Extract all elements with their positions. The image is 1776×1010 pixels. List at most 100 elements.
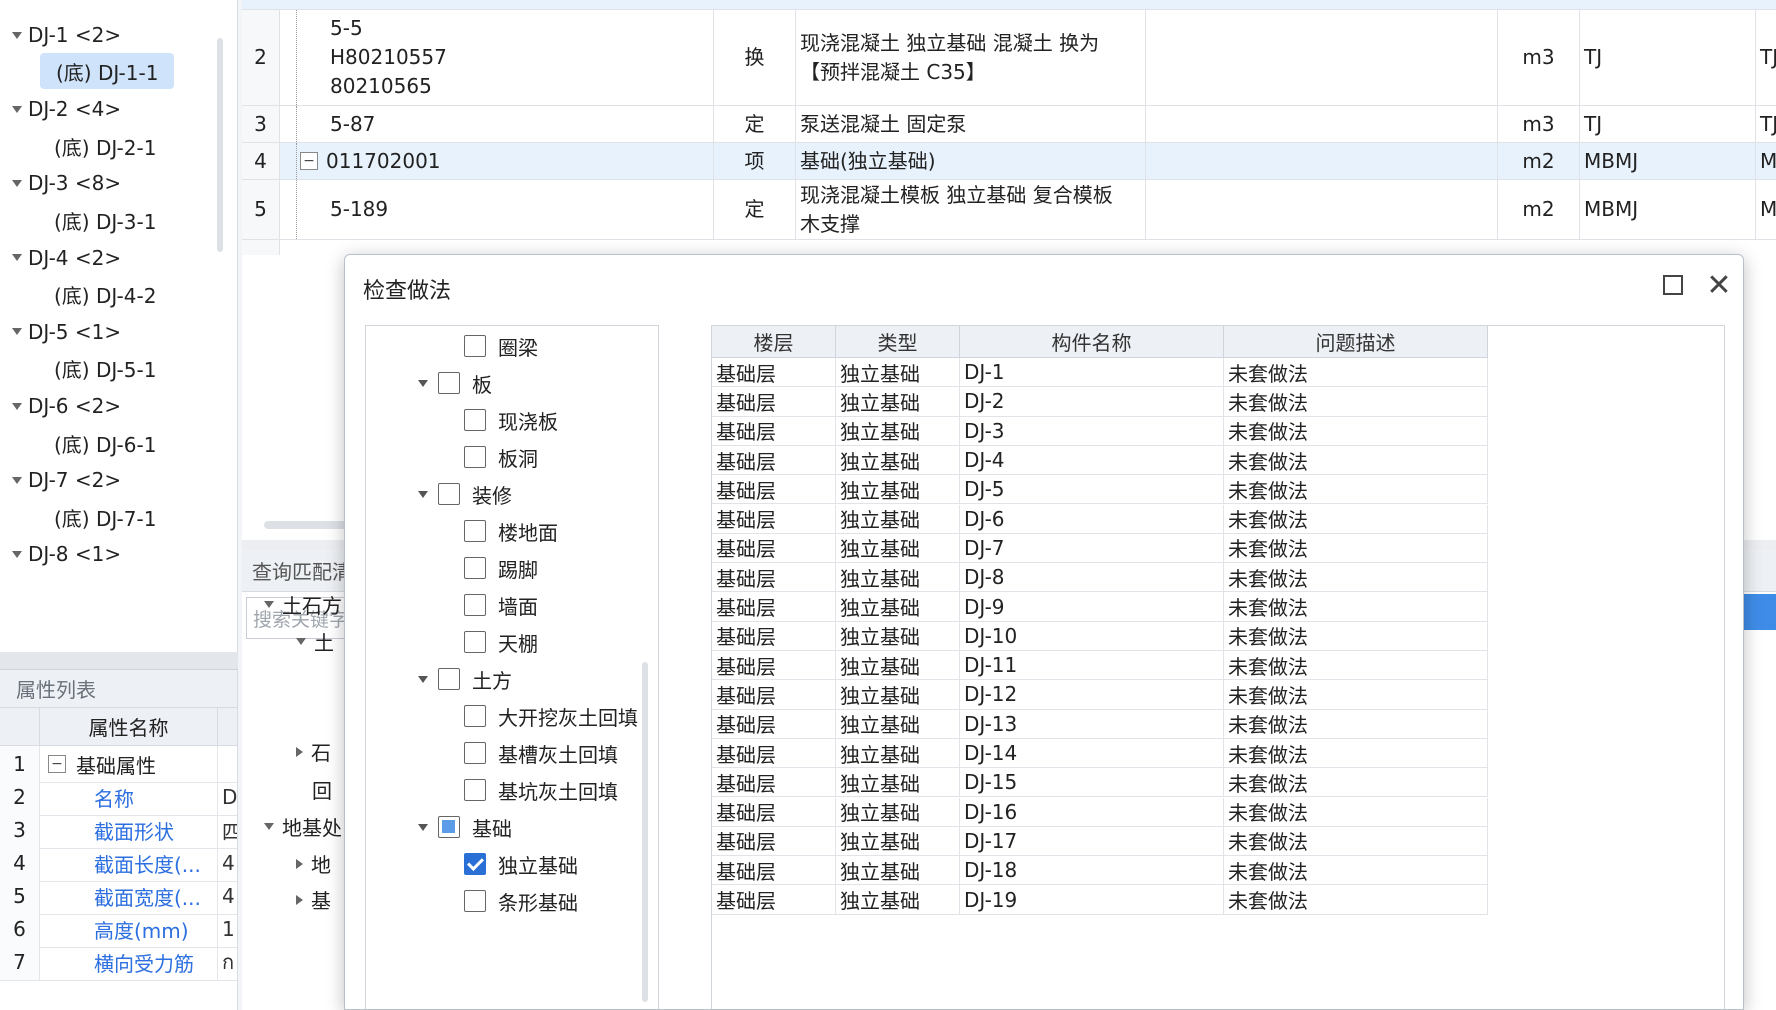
type-cell[interactable]: 项 [714, 143, 796, 179]
query-tree-node[interactable]: 土 [296, 627, 334, 656]
expression-cell[interactable]: MBMJ [1580, 143, 1756, 179]
name-cell[interactable]: 基础(独立基础) [796, 143, 1146, 179]
unit-cell[interactable]: m3 [1498, 10, 1580, 105]
property-value[interactable] [218, 746, 237, 782]
chevron-down-icon[interactable] [418, 675, 428, 683]
chevron-down-icon[interactable] [418, 379, 428, 387]
tree-leaf[interactable]: (底) DJ-6-1 [54, 424, 156, 462]
chevron-down-icon[interactable] [12, 402, 22, 410]
maximize-icon[interactable] [1663, 275, 1683, 295]
chevron-down-icon[interactable] [12, 31, 22, 39]
property-value[interactable]: 1 [218, 911, 237, 947]
property-row[interactable]: 5 截面宽度(... 4 [0, 878, 237, 915]
panel-splitter[interactable] [0, 652, 238, 670]
checkbox[interactable] [464, 890, 486, 912]
type-tree-node[interactable]: 板洞 [464, 439, 538, 475]
property-value[interactable]: D [218, 779, 237, 815]
chevron-down-icon[interactable] [12, 476, 22, 484]
feature-cell[interactable] [1146, 106, 1498, 142]
type-tree-node[interactable]: 板 [418, 365, 492, 401]
checkbox[interactable] [464, 557, 486, 579]
table-row[interactable]: 4 −011702001 项 基础(独立基础) m2 MBMJ MBMJ<独基模板面积> [242, 143, 1776, 180]
type-cell[interactable]: 换 [714, 10, 796, 105]
table-row[interactable]: 基础层 独立基础 DJ-17 未套做法 [712, 826, 1488, 857]
property-value[interactable]: ก [218, 944, 237, 980]
tree-scrollbar[interactable] [642, 662, 648, 1002]
type-cell[interactable]: 定 [714, 180, 796, 239]
row-number[interactable]: 2 [242, 10, 280, 105]
code-cell[interactable]: 5-87 [280, 106, 714, 142]
tree-leaf[interactable]: (底) DJ-5-1 [54, 350, 156, 388]
table-row[interactable]: 基础层 独立基础 DJ-15 未套做法 [712, 768, 1488, 798]
name-cell[interactable]: 泵送混凝土 固定泵 [796, 106, 1146, 142]
tree-node[interactable]: DJ-4 <2> [12, 239, 121, 277]
table-row[interactable]: 基础层 独立基础 DJ-13 未套做法 [712, 709, 1488, 739]
type-cell[interactable]: 定 [714, 106, 796, 142]
chevron-right-icon[interactable] [296, 894, 303, 905]
type-tree-node[interactable]: 条形基础 [464, 883, 578, 919]
chevron-down-icon[interactable] [264, 823, 274, 830]
table-row[interactable]: 基础层 独立基础 DJ-8 未套做法 [712, 563, 1488, 593]
table-row[interactable]: 5 5-189 定 现浇混凝土模板 独立基础 复合模板 木支撑 m2 MBMJ MBMJ<独… [242, 180, 1776, 240]
chevron-down-icon[interactable] [418, 490, 428, 498]
expression-desc-cell[interactable]: TJ<独基体积> [1756, 106, 1776, 142]
property-row[interactable]: 6 高度(mm) 1 [0, 911, 237, 948]
tree-leaf[interactable]: (底) DJ-3-1 [54, 202, 156, 240]
feature-cell[interactable] [1146, 10, 1498, 105]
expression-cell[interactable]: MBMJ [1580, 180, 1756, 239]
tree-node[interactable]: DJ-1 <2> [12, 16, 121, 54]
property-row[interactable]: 2 名称 D [0, 779, 237, 816]
table-row[interactable]: 基础层 独立基础 DJ-3 未套做法 [712, 416, 1488, 446]
chevron-down-icon[interactable] [12, 105, 22, 113]
tree-node[interactable]: DJ-8 <1> [12, 535, 121, 573]
collapse-icon[interactable]: − [300, 152, 318, 170]
query-tree-node[interactable]: 土石方 [264, 590, 342, 619]
code-cell[interactable]: 5-189 [280, 180, 714, 239]
table-row[interactable]: 3 5-87 定 泵送混凝土 固定泵 m3 TJ TJ<独基体积> [242, 106, 1776, 143]
checkbox[interactable] [464, 705, 486, 727]
table-row[interactable]: 2 5-5 H80210557 80210565 换 现浇混凝土 独立基础 混凝土 换… [242, 10, 1776, 106]
property-value[interactable]: 四 [218, 812, 237, 848]
type-tree-node[interactable]: 基槽灰土回填 [464, 735, 618, 771]
unit-cell[interactable]: m2 [1498, 143, 1580, 179]
tree-leaf[interactable]: (底) DJ-7-1 [54, 498, 156, 536]
table-row[interactable]: 基础层 独立基础 DJ-9 未套做法 [712, 592, 1488, 622]
type-tree-node[interactable]: 墙面 [464, 587, 538, 623]
type-tree-node[interactable]: 楼地面 [464, 513, 558, 549]
chevron-right-icon[interactable] [296, 858, 303, 869]
table-row[interactable]: 基础层 独立基础 DJ-10 未套做法 [712, 621, 1488, 651]
tree-leaf[interactable]: (底) DJ-2-1 [54, 127, 156, 165]
property-row[interactable]: 3 截面形状 四 [0, 812, 237, 849]
table-row[interactable]: 基础层 独立基础 DJ-1 未套做法 [712, 358, 1488, 388]
chevron-down-icon[interactable] [418, 823, 428, 831]
table-row[interactable]: 基础层 独立基础 DJ-19 未套做法 [712, 885, 1488, 915]
close-icon[interactable]: ✕ [1701, 267, 1737, 303]
checkbox[interactable] [438, 816, 460, 838]
tree-node[interactable]: DJ-3 <8> [12, 164, 121, 202]
checkbox[interactable] [464, 335, 486, 357]
chevron-down-icon[interactable] [296, 638, 306, 645]
checkbox[interactable] [464, 409, 486, 431]
table-row[interactable]: 基础层 独立基础 DJ-12 未套做法 [712, 680, 1488, 710]
name-cell[interactable]: 现浇混凝土模板 独立基础 复合模板 木支撑 [796, 180, 1146, 239]
property-row[interactable]: 4 截面长度(... 4 [0, 845, 237, 882]
property-row[interactable]: 7 横向受力筋 ก [0, 944, 237, 981]
query-tree-node[interactable]: 地 [296, 849, 331, 878]
feature-cell[interactable] [1146, 180, 1498, 239]
query-tree-node[interactable]: 地基处 [264, 812, 342, 841]
type-tree-node[interactable]: 现浇板 [464, 402, 558, 438]
tree-node[interactable]: DJ-7 <2> [12, 461, 121, 499]
type-tree-node[interactable]: 圈梁 [464, 328, 538, 364]
table-row[interactable]: 基础层 独立基础 DJ-7 未套做法 [712, 533, 1488, 564]
table-row[interactable]: 基础层 独立基础 DJ-6 未套做法 [712, 504, 1488, 534]
header-problem-description[interactable]: 问题描述 [1224, 326, 1488, 357]
table-row[interactable]: 基础层 独立基础 DJ-14 未套做法 [712, 738, 1488, 769]
query-tree-node[interactable]: 回 [312, 775, 332, 804]
tree-node[interactable]: DJ-5 <1> [12, 313, 121, 351]
query-tree-node[interactable]: 石 [296, 737, 331, 766]
checkbox[interactable] [464, 853, 486, 875]
property-row[interactable]: 1− 基础属性 [0, 746, 237, 783]
table-row[interactable]: 基础层 独立基础 DJ-11 未套做法 [712, 651, 1488, 681]
table-row[interactable]: 基础层 独立基础 DJ-2 未套做法 [712, 387, 1488, 417]
checkbox[interactable] [464, 446, 486, 468]
